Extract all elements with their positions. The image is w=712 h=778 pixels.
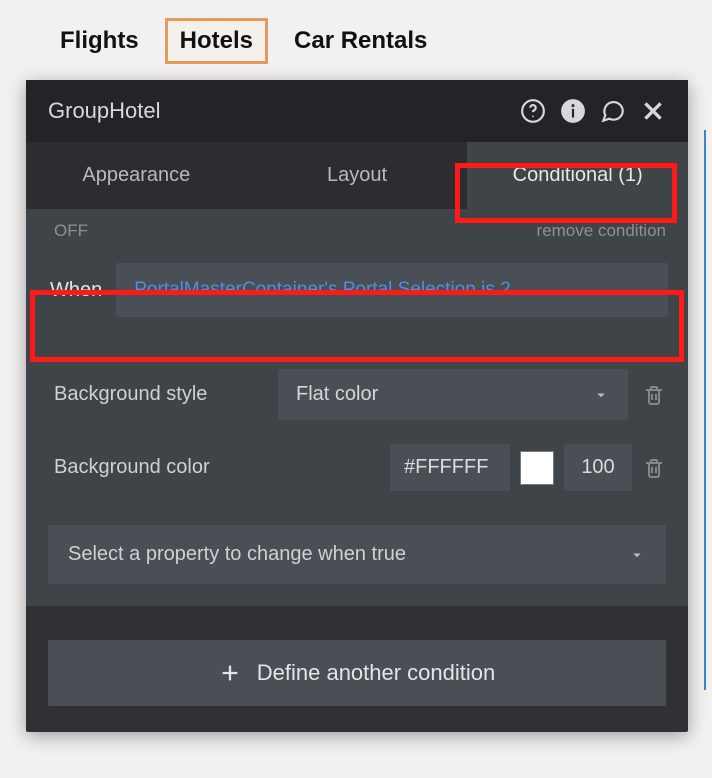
tab-hotels[interactable]: Hotels xyxy=(165,18,268,64)
tab-layout[interactable]: Layout xyxy=(247,142,468,209)
inspector-body: OFF remove condition When PortalMasterCo… xyxy=(26,209,688,606)
tab-flights[interactable]: Flights xyxy=(48,21,151,61)
tab-car-rentals[interactable]: Car Rentals xyxy=(282,21,439,61)
when-label: When xyxy=(50,279,102,302)
page-boundary-marker xyxy=(704,130,712,690)
inspector-header-actions xyxy=(520,98,666,124)
element-inspector-panel: GroupHotel Appearance Layout Conditional… xyxy=(26,80,688,732)
background-color-row: Background color xyxy=(26,426,688,499)
chevron-down-icon xyxy=(628,546,646,564)
trash-icon[interactable] xyxy=(642,456,666,480)
condition-toggle-row: OFF remove condition xyxy=(26,209,688,253)
plus-icon xyxy=(219,662,241,684)
background-color-hex-input[interactable] xyxy=(390,444,510,491)
inspector-tabs: Appearance Layout Conditional (1) xyxy=(26,142,688,209)
define-another-condition-label: Define another condition xyxy=(257,660,496,686)
background-color-label: Background color xyxy=(54,456,264,479)
background-style-select[interactable]: Flat color xyxy=(278,369,628,420)
background-style-value: Flat color xyxy=(296,383,378,406)
help-icon[interactable] xyxy=(520,98,546,124)
inspector-header: GroupHotel xyxy=(26,80,688,142)
property-to-change-select[interactable]: Select a property to change when true xyxy=(48,525,666,584)
background-style-label: Background style xyxy=(54,383,264,406)
condition-expression-input[interactable]: PortalMasterContainer's Portal Selection… xyxy=(116,263,668,317)
property-to-change-placeholder: Select a property to change when true xyxy=(68,543,406,566)
comment-icon[interactable] xyxy=(600,98,626,124)
info-icon[interactable] xyxy=(560,98,586,124)
chevron-down-icon xyxy=(592,386,610,404)
trash-icon[interactable] xyxy=(642,383,666,407)
color-swatch[interactable] xyxy=(520,451,554,485)
tab-appearance[interactable]: Appearance xyxy=(26,142,247,209)
define-another-condition-button[interactable]: Define another condition xyxy=(48,640,666,706)
when-row: When PortalMasterContainer's Portal Sele… xyxy=(44,259,670,321)
page-tabs: Flights Hotels Car Rentals xyxy=(0,0,712,76)
inspector-title: GroupHotel xyxy=(48,98,161,124)
tab-conditional[interactable]: Conditional (1) xyxy=(467,142,688,209)
remove-condition-link[interactable]: remove condition xyxy=(537,221,666,241)
close-icon[interactable] xyxy=(640,98,666,124)
background-color-opacity-input[interactable] xyxy=(564,444,632,491)
condition-off-label[interactable]: OFF xyxy=(54,221,88,241)
background-style-row: Background style Flat color xyxy=(26,355,688,426)
